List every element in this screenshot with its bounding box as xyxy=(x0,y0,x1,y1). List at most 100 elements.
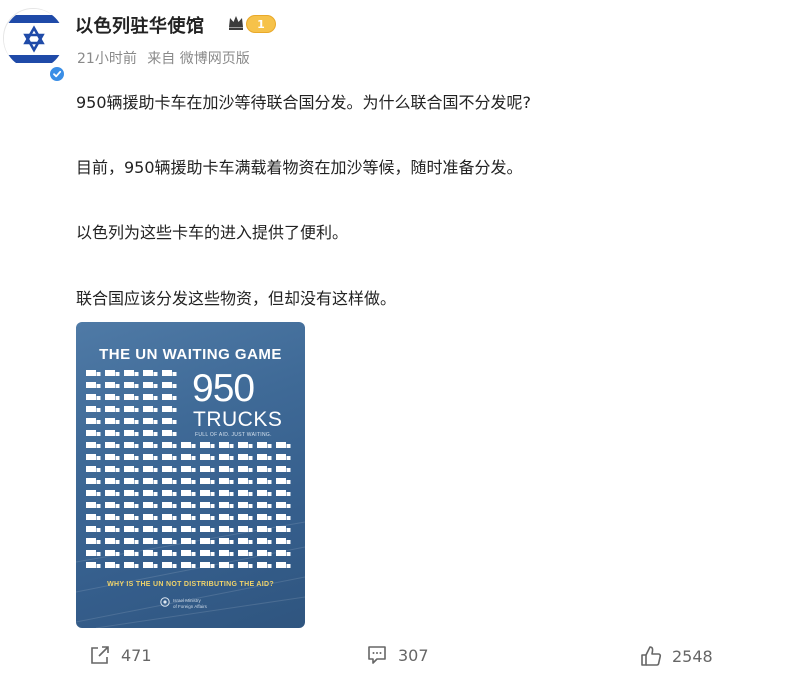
truck-icon xyxy=(143,478,158,484)
truck-icon xyxy=(105,370,120,376)
truck-icon xyxy=(162,418,177,424)
truck-icon xyxy=(219,478,234,484)
truck-icon xyxy=(105,526,120,532)
truck-icon xyxy=(200,502,215,508)
post-image[interactable]: THE UN WAITING GAME 950 TRUCKS FULL OF A… xyxy=(76,322,305,628)
truck-icon xyxy=(200,466,215,472)
post-meta: 21小时前 来自 微博网页版 xyxy=(77,48,256,68)
truck-icon xyxy=(162,526,177,532)
truck-icon xyxy=(238,442,253,448)
truck-icon xyxy=(276,490,291,496)
ministry-logo-icon xyxy=(160,597,170,607)
truck-icon xyxy=(276,514,291,520)
truck-icon xyxy=(105,382,120,388)
truck-icon xyxy=(238,550,253,556)
truck-icon xyxy=(162,430,177,436)
truck-icon xyxy=(181,466,196,472)
truck-icon xyxy=(219,526,234,532)
truck-icon xyxy=(257,526,272,532)
truck-icon xyxy=(257,478,272,484)
truck-icon xyxy=(124,550,139,556)
truck-icon xyxy=(124,490,139,496)
truck-icon xyxy=(200,490,215,496)
truck-icon xyxy=(143,454,158,460)
truck-icon xyxy=(162,370,177,376)
truck-icon xyxy=(105,394,120,400)
truck-icon xyxy=(105,418,120,424)
verified-check-icon xyxy=(48,65,66,83)
truck-icon xyxy=(143,442,158,448)
truck-icon xyxy=(257,562,272,568)
truck-icon xyxy=(238,526,253,532)
truck-icon xyxy=(181,538,196,544)
truck-icon xyxy=(124,478,139,484)
truck-icon xyxy=(143,466,158,472)
truck-icon xyxy=(143,430,158,436)
truck-icon xyxy=(105,466,120,472)
share-button[interactable]: 471 xyxy=(89,645,152,665)
comment-bubble-icon xyxy=(368,646,386,664)
share-arrow-icon xyxy=(91,646,109,664)
truck-icon xyxy=(124,514,139,520)
truck-icon xyxy=(276,538,291,544)
truck-icon xyxy=(200,478,215,484)
truck-icon xyxy=(276,478,291,484)
crown-icon xyxy=(229,16,243,30)
truck-icon xyxy=(238,490,253,496)
truck-icon xyxy=(257,454,272,460)
truck-icon xyxy=(86,430,101,436)
post-source: 来自 微博网页版 xyxy=(147,51,250,67)
truck-icon xyxy=(124,370,139,376)
truck-icon xyxy=(181,490,196,496)
poster-org: Israel Ministry of Foreign Affairs xyxy=(173,598,207,609)
truck-icon xyxy=(219,514,234,520)
truck-icon xyxy=(124,454,139,460)
truck-icon xyxy=(238,502,253,508)
truck-icon xyxy=(162,406,177,412)
truck-icon xyxy=(105,430,120,436)
truck-icon xyxy=(162,514,177,520)
truck-icon xyxy=(105,478,120,484)
account-name[interactable]: 以色列驻华使馆 xyxy=(75,12,205,38)
truck-icon xyxy=(143,502,158,508)
like-button[interactable]: 2548 xyxy=(640,645,713,667)
post-paragraph: 目前，950辆援助卡车满载着物资在加沙等候，随时准备分发。 xyxy=(76,158,523,177)
truck-icon xyxy=(86,466,101,472)
truck-icon xyxy=(124,406,139,412)
truck-icon xyxy=(86,454,101,460)
truck-icon xyxy=(181,442,196,448)
comment-button[interactable]: 307 xyxy=(366,645,429,665)
truck-icon xyxy=(86,478,101,484)
truck-icon xyxy=(181,562,196,568)
truck-icon xyxy=(162,490,177,496)
post-time[interactable]: 21小时前 xyxy=(77,51,137,67)
truck-icon xyxy=(276,502,291,508)
truck-icon xyxy=(162,502,177,508)
truck-icon xyxy=(105,538,120,544)
truck-icon xyxy=(219,442,234,448)
truck-icon xyxy=(276,550,291,556)
truck-icon xyxy=(257,514,272,520)
avatar[interactable] xyxy=(3,8,66,83)
truck-icon xyxy=(86,394,101,400)
truck-icon xyxy=(238,538,253,544)
like-count: 2548 xyxy=(672,646,713,666)
truck-icon xyxy=(124,502,139,508)
truck-icon xyxy=(200,454,215,460)
truck-icon xyxy=(257,490,272,496)
truck-icon xyxy=(162,550,177,556)
truck-icon xyxy=(219,466,234,472)
poster-subtitle: FULL OF AID. JUST WAITING. xyxy=(195,432,272,438)
poster-question: WHY IS THE UN NOT DISTRIBUTING THE AID? xyxy=(107,581,274,588)
truck-icon xyxy=(181,514,196,520)
truck-icon xyxy=(124,562,139,568)
post-paragraph: 950辆援助卡车在加沙等待联合国分发。为什么联合国不分发呢? xyxy=(76,93,532,112)
truck-icon xyxy=(219,550,234,556)
truck-icon xyxy=(200,550,215,556)
truck-icon xyxy=(219,490,234,496)
truck-icon xyxy=(257,502,272,508)
truck-icon xyxy=(105,454,120,460)
truck-icon xyxy=(257,550,272,556)
truck-icon xyxy=(124,382,139,388)
level-badge[interactable]: 1 xyxy=(246,15,276,33)
